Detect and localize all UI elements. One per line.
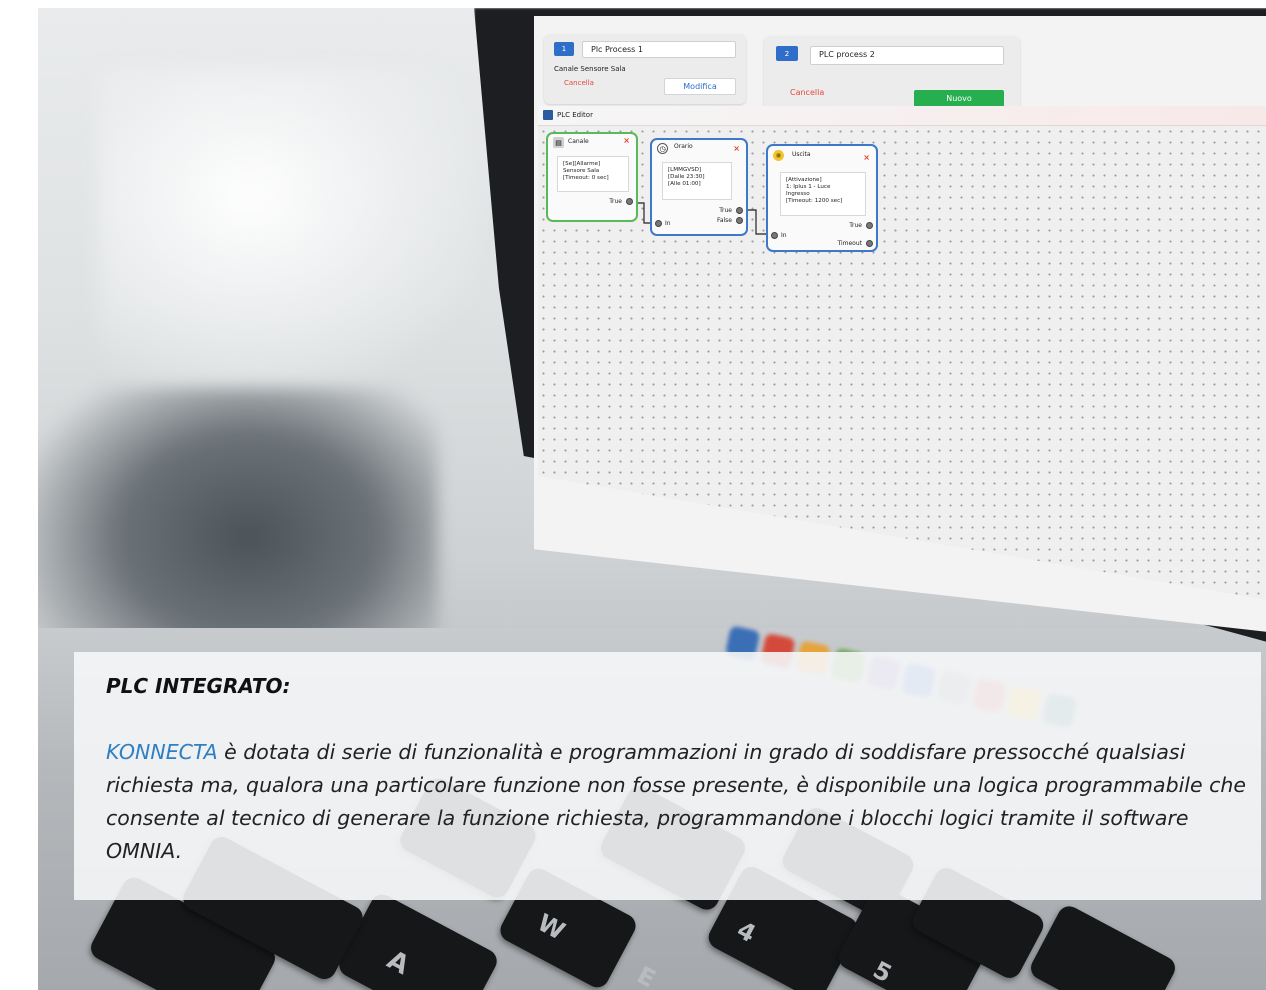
input-port-in[interactable]	[771, 232, 778, 239]
process-name-field[interactable]: PLC process 2	[810, 46, 1004, 65]
plc-node-canale[interactable]: ▤ Canale × [Se][Allarme] Sensore Sala [T…	[546, 132, 638, 222]
caption-box: PLC INTEGRATO: KONNECTA è dotata di seri…	[74, 652, 1261, 900]
brand-name: KONNECTA	[106, 740, 218, 764]
output-port-true[interactable]	[626, 198, 633, 205]
output-port-true[interactable]	[736, 207, 743, 214]
node-title: Orario	[674, 143, 693, 150]
plc-editor-icon	[543, 110, 553, 120]
node-config-text: [Attivazione] 1: Iplus 1 - Luce Ingresso…	[780, 172, 866, 216]
app-screen: 1 Plc Process 1 Canale Sensore Sala Canc…	[534, 16, 1266, 636]
close-icon[interactable]: ×	[863, 153, 870, 162]
plc-editor-panel: PLC Editor ▤ Canale × [Se][Allarme] Sens…	[538, 106, 1266, 606]
process-number-badge: 2	[776, 46, 798, 61]
process-card-1[interactable]: 1 Plc Process 1 Canale Sensore Sala Canc…	[544, 34, 746, 104]
port-label-timeout: Timeout	[837, 240, 862, 247]
cancel-button[interactable]: Cancella	[564, 79, 594, 87]
cancel-button[interactable]: Cancella	[790, 88, 824, 97]
output-port-true[interactable]	[866, 222, 873, 229]
connection-wires	[634, 202, 768, 235]
port-label-true: True	[609, 198, 622, 205]
port-label-in: In	[781, 232, 787, 239]
edit-button[interactable]: Modifica	[664, 78, 736, 95]
close-icon[interactable]: ×	[623, 136, 630, 145]
caption-body: è dotata di serie di funzionalità e prog…	[106, 740, 1246, 863]
plc-editor-titlebar: PLC Editor	[538, 106, 1266, 126]
node-title: Uscita	[792, 151, 811, 158]
background-light-blur	[98, 68, 478, 388]
plc-editor-canvas[interactable]: ▤ Canale × [Se][Allarme] Sensore Sala [T…	[538, 126, 1266, 606]
output-port-timeout[interactable]	[866, 240, 873, 247]
port-label-true: True	[849, 222, 862, 229]
new-button[interactable]: Nuovo	[914, 90, 1004, 107]
port-label-in: In	[665, 220, 671, 227]
port-label-true: True	[719, 207, 732, 214]
close-icon[interactable]: ×	[733, 144, 740, 153]
channel-icon: ▤	[553, 137, 564, 148]
node-config-text: [LMMGVSD] [Dalle 23:30] [Alle 01:00]	[662, 162, 732, 200]
node-config-text: [Se][Allarme] Sensore Sala [Timeout: 0 s…	[557, 156, 629, 192]
caption-paragraph: KONNECTA è dotata di serie di funzionali…	[106, 736, 1246, 868]
plc-node-orario[interactable]: ◷ Orario × [LMMGVSD] [Dalle 23:30] [Alle…	[650, 138, 748, 236]
clock-icon: ◷	[657, 143, 668, 154]
node-title: Canale	[568, 138, 589, 145]
process-card-2[interactable]: 2 PLC process 2 Cancella Nuovo	[764, 36, 1020, 118]
port-label-false: False	[716, 217, 732, 224]
plc-editor-title: PLC Editor	[557, 111, 593, 119]
plc-node-uscita[interactable]: ✺ Uscita × [Attivazione] 1: Iplus 1 - Lu…	[766, 144, 878, 252]
caption-heading: PLC INTEGRATO:	[106, 674, 291, 698]
process-number-badge: 1	[554, 42, 574, 56]
process-subtitle: Canale Sensore Sala	[554, 65, 626, 73]
input-port-in[interactable]	[655, 220, 662, 227]
process-name-field[interactable]: Plc Process 1	[582, 41, 736, 58]
lightbulb-icon: ✺	[773, 150, 784, 161]
output-port-false[interactable]	[736, 217, 743, 224]
